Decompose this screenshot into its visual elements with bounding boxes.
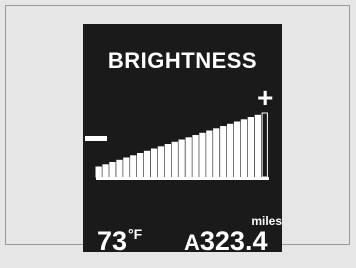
temperature-value: 73 — [97, 226, 128, 252]
brightness-bar — [220, 126, 227, 178]
temperature-readout: 73°F — [97, 226, 142, 252]
brightness-bar — [178, 139, 185, 178]
trip-indicator: A — [184, 230, 200, 252]
brightness-bar — [157, 146, 165, 178]
brightness-bar — [254, 114, 261, 178]
brightness-bar — [206, 130, 213, 178]
status-bar: 73°F A323.4 miles — [83, 214, 282, 252]
brightness-bar — [199, 132, 206, 178]
brightness-bar — [261, 112, 268, 178]
brightness-bar — [171, 141, 178, 178]
brightness-bar — [227, 123, 234, 178]
odometer-unit: miles — [251, 214, 282, 228]
brightness-bar — [116, 159, 123, 178]
brightness-bar — [109, 162, 116, 178]
temperature-unit: °F — [128, 226, 143, 242]
brightness-bar — [137, 153, 144, 178]
brightness-bar — [95, 166, 102, 178]
brightness-bar — [192, 135, 199, 178]
brightness-bar — [185, 137, 192, 178]
brightness-bar — [164, 144, 171, 178]
brightness-bar — [143, 150, 151, 178]
brightness-bar — [240, 119, 248, 178]
brightness-bar — [123, 157, 130, 178]
brightness-bar — [247, 117, 254, 178]
brightness-bar — [130, 155, 137, 178]
brightness-bar — [213, 128, 220, 178]
display-screen: BRIGHTNESS + 73°F A323.4 miles — [83, 24, 282, 252]
odometer-value: 323.4 — [199, 226, 268, 252]
brightness-bar — [233, 121, 241, 178]
brightness-bar — [102, 164, 109, 178]
trip-readout: A323.4 — [184, 226, 267, 252]
brightness-bar — [150, 148, 158, 178]
